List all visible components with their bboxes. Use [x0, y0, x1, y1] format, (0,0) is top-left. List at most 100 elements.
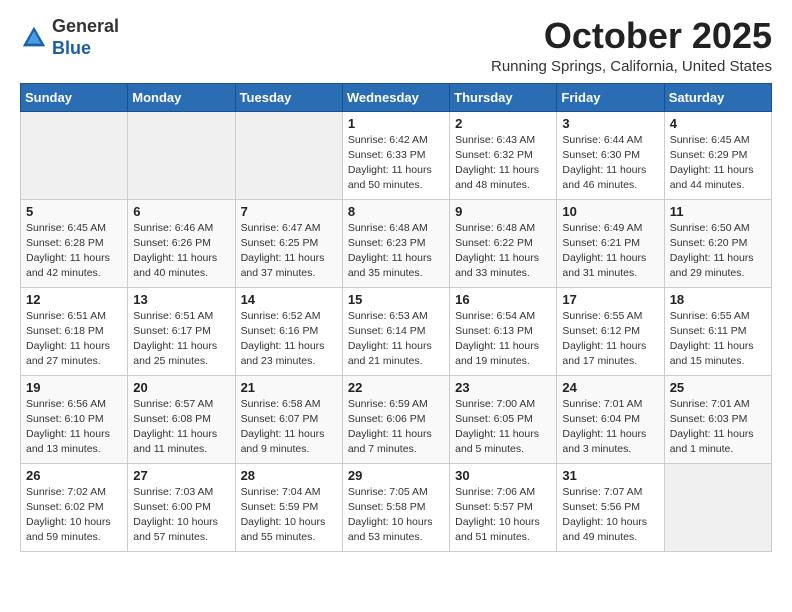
header-monday: Monday [128, 83, 235, 111]
day-number: 4 [670, 116, 766, 131]
header-tuesday: Tuesday [235, 83, 342, 111]
day-info: Sunrise: 6:51 AM Sunset: 6:17 PM Dayligh… [133, 309, 229, 370]
day-number: 11 [670, 204, 766, 219]
page-header: General Blue October 2025 Running Spring… [20, 16, 772, 75]
calendar-cell: 2 Sunrise: 6:43 AM Sunset: 6:32 PM Daylig… [450, 111, 557, 199]
day-info: Sunrise: 6:42 AM Sunset: 6:33 PM Dayligh… [348, 133, 444, 194]
day-info: Sunrise: 7:02 AM Sunset: 6:02 PM Dayligh… [26, 485, 122, 546]
logo-blue-text: Blue [52, 38, 91, 58]
calendar-cell: 10Sunrise: 6:49 AM Sunset: 6:21 PM Dayli… [557, 199, 664, 287]
day-number: 27 [133, 468, 229, 483]
day-number: 29 [348, 468, 444, 483]
day-number: 28 [241, 468, 337, 483]
day-info: Sunrise: 7:03 AM Sunset: 6:00 PM Dayligh… [133, 485, 229, 546]
day-number: 31 [562, 468, 658, 483]
day-number: 13 [133, 292, 229, 307]
day-info: Sunrise: 7:04 AM Sunset: 5:59 PM Dayligh… [241, 485, 337, 546]
day-info: Sunrise: 6:49 AM Sunset: 6:21 PM Dayligh… [562, 221, 658, 282]
calendar-cell: 23 Sunrise: 7:00 AM Sunset: 6:05 PM Dayli… [450, 375, 557, 463]
day-info: Sunrise: 7:01 AM Sunset: 6:04 PM Dayligh… [562, 397, 658, 458]
calendar-cell: 6 Sunrise: 6:46 AM Sunset: 6:26 PM Daylig… [128, 199, 235, 287]
day-number: 1 [348, 116, 444, 131]
day-number: 8 [348, 204, 444, 219]
day-number: 6 [133, 204, 229, 219]
week-row-1: 1 Sunrise: 6:42 AM Sunset: 6:33 PM Daylig… [21, 111, 772, 199]
calendar-cell: 19 Sunrise: 6:56 AM Sunset: 6:10 PM Dayli… [21, 375, 128, 463]
calendar-cell: 8 Sunrise: 6:48 AM Sunset: 6:23 PM Daylig… [342, 199, 449, 287]
day-number: 5 [26, 204, 122, 219]
calendar-cell: 11 Sunrise: 6:50 AM Sunset: 6:20 PM Dayli… [664, 199, 771, 287]
calendar-cell: 4Sunrise: 6:45 AM Sunset: 6:29 PM Daylig… [664, 111, 771, 199]
day-info: Sunrise: 6:56 AM Sunset: 6:10 PM Dayligh… [26, 397, 122, 458]
day-number: 25 [670, 380, 766, 395]
logo-general-text: General [52, 16, 119, 36]
calendar-cell: 9 Sunrise: 6:48 AM Sunset: 6:22 PM Daylig… [450, 199, 557, 287]
calendar-cell: 3Sunrise: 6:44 AM Sunset: 6:30 PM Daylig… [557, 111, 664, 199]
day-info: Sunrise: 6:43 AM Sunset: 6:32 PM Dayligh… [455, 133, 551, 194]
day-number: 9 [455, 204, 551, 219]
calendar-cell: 26 Sunrise: 7:02 AM Sunset: 6:02 PM Dayli… [21, 463, 128, 551]
month-title: October 2025 [491, 16, 772, 56]
calendar-cell [664, 463, 771, 551]
logo: General Blue [20, 16, 119, 59]
day-info: Sunrise: 6:53 AM Sunset: 6:14 PM Dayligh… [348, 309, 444, 370]
day-info: Sunrise: 6:47 AM Sunset: 6:25 PM Dayligh… [241, 221, 337, 282]
day-number: 21 [241, 380, 337, 395]
day-info: Sunrise: 6:45 AM Sunset: 6:28 PM Dayligh… [26, 221, 122, 282]
week-row-2: 5 Sunrise: 6:45 AM Sunset: 6:28 PM Daylig… [21, 199, 772, 287]
day-info: Sunrise: 6:55 AM Sunset: 6:12 PM Dayligh… [562, 309, 658, 370]
day-info: Sunrise: 6:48 AM Sunset: 6:22 PM Dayligh… [455, 221, 551, 282]
calendar-cell: 12 Sunrise: 6:51 AM Sunset: 6:18 PM Dayli… [21, 287, 128, 375]
logo-icon [20, 24, 48, 52]
day-info: Sunrise: 6:44 AM Sunset: 6:30 PM Dayligh… [562, 133, 658, 194]
calendar-cell: 15 Sunrise: 6:53 AM Sunset: 6:14 PM Dayli… [342, 287, 449, 375]
calendar-cell: 25Sunrise: 7:01 AM Sunset: 6:03 PM Dayli… [664, 375, 771, 463]
day-number: 19 [26, 380, 122, 395]
day-info: Sunrise: 6:46 AM Sunset: 6:26 PM Dayligh… [133, 221, 229, 282]
title-area: October 2025 Running Springs, California… [491, 16, 772, 75]
header-sunday: Sunday [21, 83, 128, 111]
day-number: 26 [26, 468, 122, 483]
week-row-4: 19 Sunrise: 6:56 AM Sunset: 6:10 PM Dayli… [21, 375, 772, 463]
day-info: Sunrise: 6:58 AM Sunset: 6:07 PM Dayligh… [241, 397, 337, 458]
day-number: 14 [241, 292, 337, 307]
day-info: Sunrise: 6:52 AM Sunset: 6:16 PM Dayligh… [241, 309, 337, 370]
location-subtitle: Running Springs, California, United Stat… [491, 58, 772, 75]
day-info: Sunrise: 6:50 AM Sunset: 6:20 PM Dayligh… [670, 221, 766, 282]
day-number: 23 [455, 380, 551, 395]
calendar-cell: 22Sunrise: 6:59 AM Sunset: 6:06 PM Dayli… [342, 375, 449, 463]
calendar-cell [235, 111, 342, 199]
day-number: 24 [562, 380, 658, 395]
calendar-cell: 21 Sunrise: 6:58 AM Sunset: 6:07 PM Dayli… [235, 375, 342, 463]
day-number: 12 [26, 292, 122, 307]
calendar-cell: 5 Sunrise: 6:45 AM Sunset: 6:28 PM Daylig… [21, 199, 128, 287]
day-number: 30 [455, 468, 551, 483]
logo-text: General Blue [52, 16, 119, 59]
day-info: Sunrise: 7:07 AM Sunset: 5:56 PM Dayligh… [562, 485, 658, 546]
day-info: Sunrise: 6:51 AM Sunset: 6:18 PM Dayligh… [26, 309, 122, 370]
day-number: 17 [562, 292, 658, 307]
calendar-cell: 16 Sunrise: 6:54 AM Sunset: 6:13 PM Dayli… [450, 287, 557, 375]
calendar-table: Sunday Monday Tuesday Wednesday Thursday… [20, 83, 772, 552]
day-info: Sunrise: 6:48 AM Sunset: 6:23 PM Dayligh… [348, 221, 444, 282]
day-info: Sunrise: 6:59 AM Sunset: 6:06 PM Dayligh… [348, 397, 444, 458]
day-info: Sunrise: 6:57 AM Sunset: 6:08 PM Dayligh… [133, 397, 229, 458]
week-row-3: 12 Sunrise: 6:51 AM Sunset: 6:18 PM Dayli… [21, 287, 772, 375]
calendar-cell: 30Sunrise: 7:06 AM Sunset: 5:57 PM Dayli… [450, 463, 557, 551]
day-number: 18 [670, 292, 766, 307]
calendar-cell: 24 Sunrise: 7:01 AM Sunset: 6:04 PM Dayli… [557, 375, 664, 463]
week-row-5: 26 Sunrise: 7:02 AM Sunset: 6:02 PM Dayli… [21, 463, 772, 551]
day-info: Sunrise: 7:05 AM Sunset: 5:58 PM Dayligh… [348, 485, 444, 546]
calendar-cell: 20Sunrise: 6:57 AM Sunset: 6:08 PM Dayli… [128, 375, 235, 463]
header-wednesday: Wednesday [342, 83, 449, 111]
day-number: 2 [455, 116, 551, 131]
calendar-cell: 29 Sunrise: 7:05 AM Sunset: 5:58 PM Dayli… [342, 463, 449, 551]
day-info: Sunrise: 7:00 AM Sunset: 6:05 PM Dayligh… [455, 397, 551, 458]
day-number: 15 [348, 292, 444, 307]
calendar-cell: 7Sunrise: 6:47 AM Sunset: 6:25 PM Daylig… [235, 199, 342, 287]
day-info: Sunrise: 6:54 AM Sunset: 6:13 PM Dayligh… [455, 309, 551, 370]
day-headers-row: Sunday Monday Tuesday Wednesday Thursday… [21, 83, 772, 111]
calendar-cell: 28 Sunrise: 7:04 AM Sunset: 5:59 PM Dayli… [235, 463, 342, 551]
calendar-cell [128, 111, 235, 199]
day-number: 16 [455, 292, 551, 307]
